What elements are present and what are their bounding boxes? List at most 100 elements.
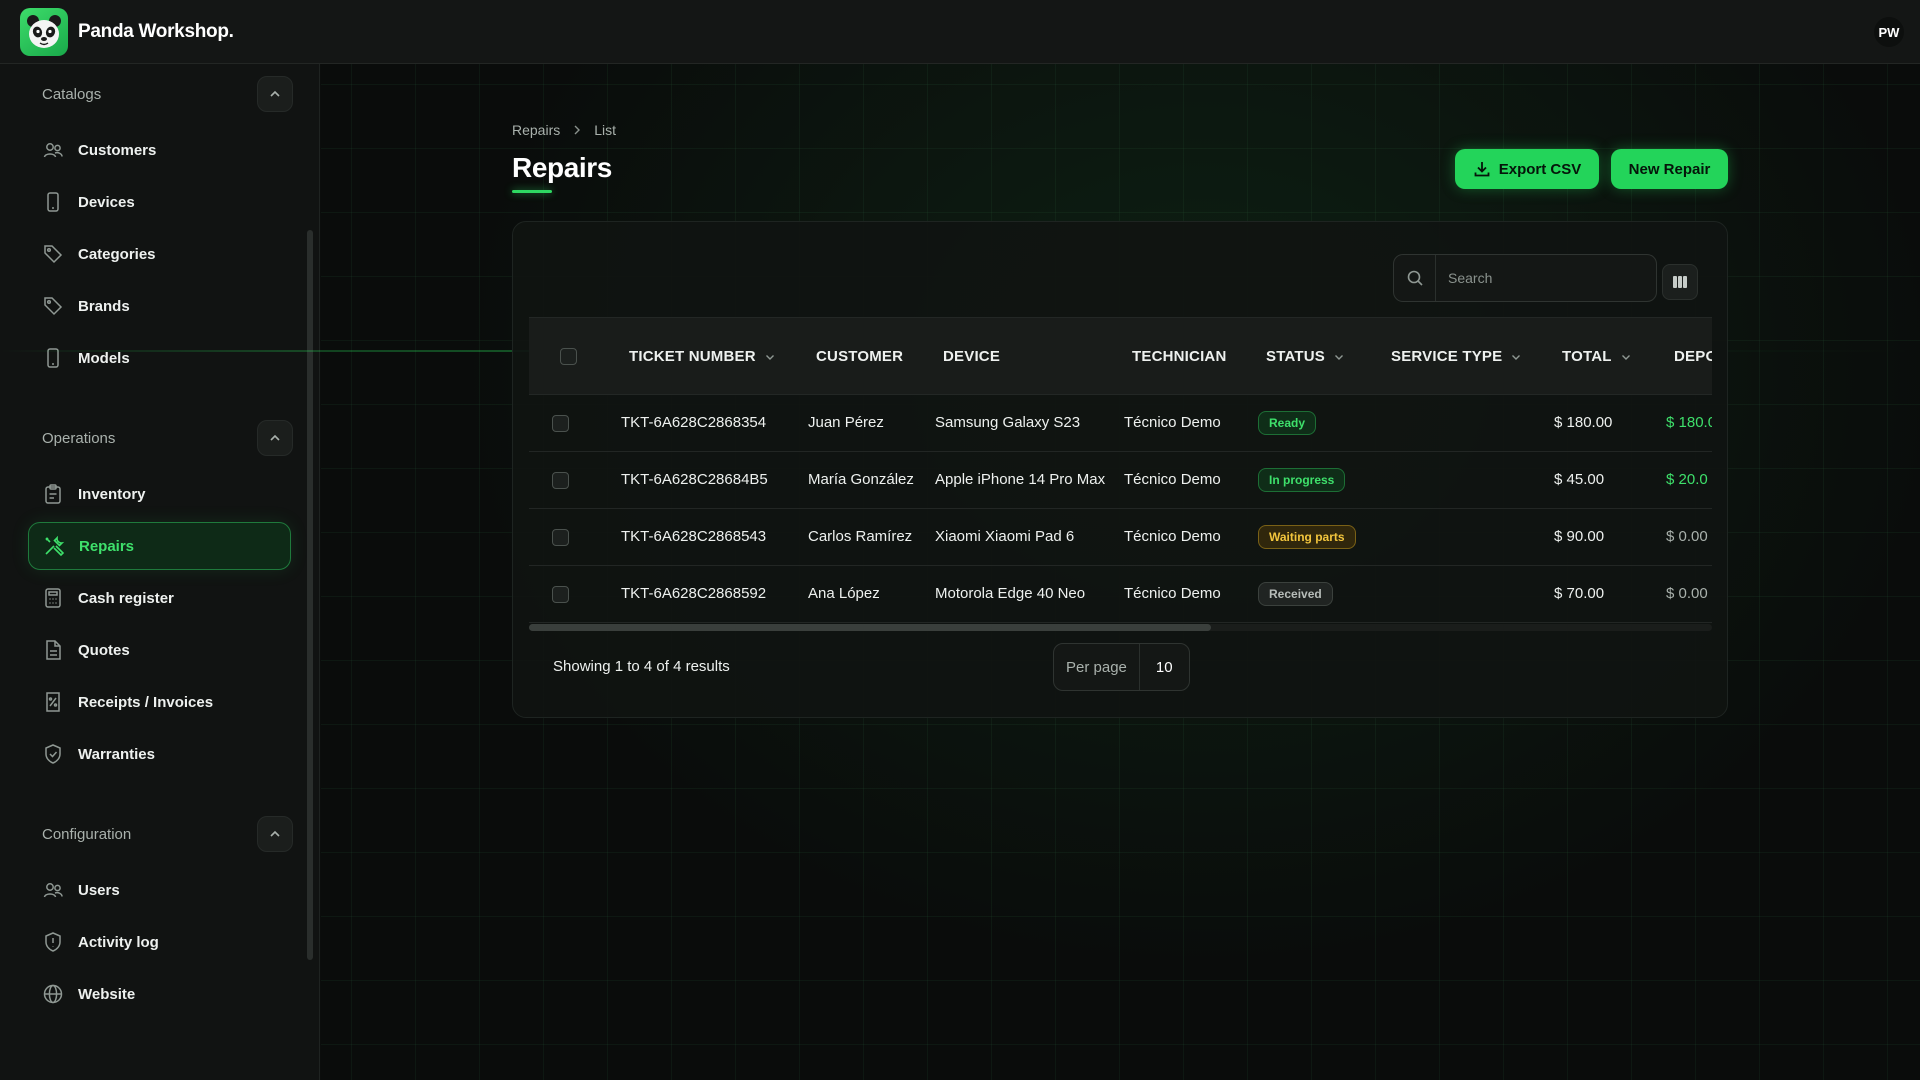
row-checkbox[interactable]	[552, 529, 569, 546]
column-technician: TECHNICIAN	[1132, 348, 1227, 365]
search-field[interactable]	[1393, 254, 1657, 302]
sidebar: Catalogs Customers Devices Categories Br…	[0, 64, 320, 1080]
column-status[interactable]: STATUS	[1266, 348, 1345, 365]
cell-technician: Técnico Demo	[1124, 585, 1221, 602]
select-all-checkbox[interactable]	[560, 348, 577, 365]
sidebar-item-customers[interactable]: Customers	[28, 126, 291, 174]
column-deposit[interactable]: DEPO	[1674, 348, 1712, 365]
cell-total: $ 90.00	[1554, 528, 1605, 545]
search-input[interactable]	[1436, 270, 1636, 286]
per-page-select[interactable]: Per page 10	[1053, 643, 1190, 691]
chevron-up-icon	[270, 434, 280, 441]
sidebar-group-catalogs: Catalogs Customers Devices Categories Br…	[0, 64, 319, 382]
document-icon	[42, 639, 64, 661]
column-service-type[interactable]: SERVICE TYPE	[1391, 348, 1522, 365]
cell-ticket: TKT-6A628C2868543	[621, 528, 767, 545]
chevron-right-icon	[574, 125, 581, 135]
table-header: TICKET NUMBER CUSTOMER DEVICE TECHNICIAN…	[529, 317, 1712, 395]
page-title: Repairs	[512, 152, 612, 183]
sidebar-item-devices[interactable]: Devices	[28, 178, 291, 226]
collapse-catalogs-button[interactable]	[257, 76, 293, 112]
sidebar-item-models[interactable]: Models	[28, 334, 291, 382]
scrollbar-thumb[interactable]	[529, 624, 1211, 631]
cell-deposit: $ 0.00	[1666, 585, 1708, 602]
collapse-operations-button[interactable]	[257, 420, 293, 456]
cell-deposit: $ 20.0	[1666, 471, 1708, 488]
sidebar-item-label: Website	[78, 985, 136, 1003]
status-badge: Waiting parts	[1258, 525, 1356, 549]
clipboard-icon	[42, 483, 64, 505]
sidebar-item-website[interactable]: Website	[28, 970, 291, 1018]
column-total[interactable]: TOTAL	[1562, 348, 1632, 365]
app-name[interactable]: Panda Workshop.	[78, 21, 234, 43]
sidebar-item-activity-log[interactable]: Activity log	[28, 918, 291, 966]
export-csv-button[interactable]: Export CSV	[1455, 149, 1599, 189]
new-repair-button[interactable]: New Repair	[1611, 149, 1728, 189]
sidebar-item-inventory[interactable]: Inventory	[28, 470, 291, 518]
pagination-summary: Showing 1 to 4 of 4 results	[553, 658, 730, 675]
panda-logo-icon[interactable]	[20, 7, 68, 56]
collapse-configuration-button[interactable]	[257, 816, 293, 852]
column-ticket-number[interactable]: TICKET NUMBER	[629, 348, 776, 365]
user-avatar[interactable]: PW	[1874, 17, 1904, 47]
toggle-columns-button[interactable]	[1662, 264, 1698, 300]
table-horizontal-scrollbar[interactable]	[529, 624, 1712, 631]
sidebar-item-label: Warranties	[78, 745, 155, 763]
sidebar-group-header: Configuration	[28, 806, 293, 862]
sidebar-item-repairs[interactable]: Repairs	[28, 522, 291, 570]
cell-total: $ 45.00	[1554, 471, 1605, 488]
breadcrumb-current: List	[594, 122, 617, 138]
breadcrumb-parent[interactable]: Repairs	[512, 122, 560, 138]
sidebar-item-brands[interactable]: Brands	[28, 282, 291, 330]
sidebar-group-title: Operations	[42, 429, 116, 447]
smartphone-icon	[42, 191, 64, 213]
cell-customer: Ana López	[808, 585, 880, 602]
row-checkbox[interactable]	[552, 586, 569, 603]
cell-device: Motorola Edge 40 Neo	[935, 585, 1086, 602]
cell-deposit: $ 180.0	[1666, 414, 1712, 431]
cell-total: $ 180.00	[1554, 414, 1613, 431]
table-row[interactable]: TKT-6A628C2868354 Juan Pérez Samsung Gal…	[529, 395, 1712, 452]
sidebar-group-configuration: Configuration Users Activity log Website	[0, 806, 319, 1018]
per-page-value[interactable]: 10	[1140, 644, 1189, 690]
column-customer: CUSTOMER	[816, 348, 904, 365]
chevron-up-icon	[270, 830, 280, 837]
sidebar-item-receipts-invoices[interactable]: Receipts / Invoices	[28, 678, 291, 726]
top-bar: Panda Workshop. PW	[0, 0, 1920, 64]
sidebar-item-quotes[interactable]: Quotes	[28, 626, 291, 674]
sidebar-item-users[interactable]: Users	[28, 866, 291, 914]
sidebar-group-title: Catalogs	[42, 85, 102, 103]
status-badge: Received	[1258, 582, 1333, 606]
cell-total: $ 70.00	[1554, 585, 1605, 602]
sidebar-item-categories[interactable]: Categories	[28, 230, 291, 278]
row-checkbox[interactable]	[552, 472, 569, 489]
sidebar-item-cash-register[interactable]: Cash register	[28, 574, 291, 622]
search-icon	[1394, 255, 1436, 301]
tag-icon	[42, 295, 64, 317]
table-row[interactable]: TKT-6A628C2868543 Carlos Ramírez Xiaomi …	[529, 509, 1712, 566]
breadcrumb: Repairs List	[512, 122, 616, 138]
download-icon	[1474, 162, 1490, 177]
table-row[interactable]: TKT-6A628C28684B5 María González Apple i…	[529, 452, 1712, 509]
sidebar-group-header: Catalogs	[28, 66, 293, 122]
users-icon	[42, 879, 64, 901]
cell-technician: Técnico Demo	[1124, 528, 1221, 545]
cell-technician: Técnico Demo	[1124, 471, 1221, 488]
sidebar-item-warranties[interactable]: Warranties	[28, 730, 291, 778]
cell-customer: María González	[808, 471, 914, 488]
row-checkbox[interactable]	[552, 415, 569, 432]
repairs-table: TICKET NUMBER CUSTOMER DEVICE TECHNICIAN…	[529, 317, 1712, 646]
sidebar-item-label: Models	[78, 349, 130, 367]
cell-ticket: TKT-6A628C28684B5	[621, 471, 768, 488]
calculator-icon	[42, 587, 64, 609]
shield-alert-icon	[42, 931, 64, 953]
status-badge: Ready	[1258, 411, 1317, 435]
sidebar-item-label: Brands	[78, 297, 130, 315]
table-row[interactable]: TKT-6A628C2868592 Ana López Motorola Edg…	[529, 566, 1712, 623]
status-badge: In progress	[1258, 468, 1346, 492]
tag-icon	[42, 243, 64, 265]
chevron-up-icon	[270, 90, 280, 97]
repairs-table-card: TICKET NUMBER CUSTOMER DEVICE TECHNICIAN…	[512, 221, 1728, 718]
cell-ticket: TKT-6A628C2868592	[621, 585, 767, 602]
sidebar-item-label: Cash register	[78, 589, 174, 607]
